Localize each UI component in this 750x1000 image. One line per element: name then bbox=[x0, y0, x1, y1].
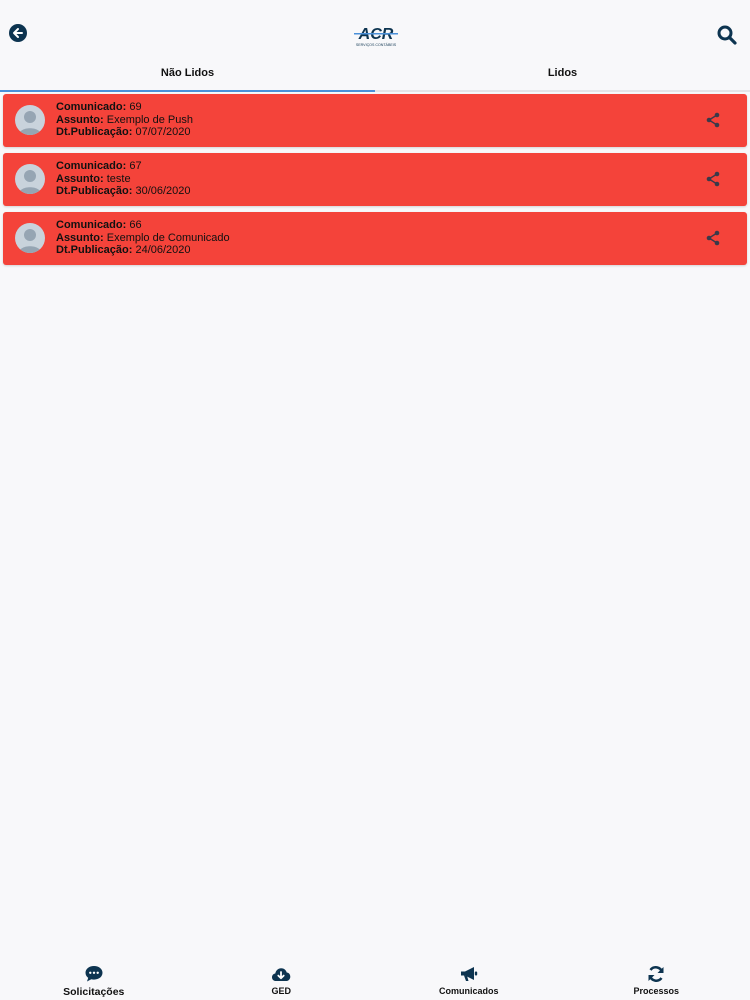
publicacao-value: 30/06/2020 bbox=[135, 185, 191, 197]
assunto-value: Exemplo de Comunicado bbox=[106, 231, 230, 244]
message-card[interactable]: Comunicado: 67 Assunto: teste Dt.Publica… bbox=[3, 153, 747, 206]
search-button[interactable] bbox=[716, 24, 738, 46]
comunicado-value: 66 bbox=[129, 219, 142, 231]
app-header: ACR SERVIÇOS CONTÁBEIS bbox=[0, 0, 750, 62]
nav-comunicados[interactable]: Comunicados bbox=[375, 958, 563, 1000]
tab-lidos[interactable]: Lidos bbox=[375, 62, 750, 90]
nav-label: Processos bbox=[633, 986, 680, 996]
svg-text:SERVIÇOS CONTÁBEIS: SERVIÇOS CONTÁBEIS bbox=[356, 43, 397, 47]
nav-ged[interactable]: GED bbox=[188, 958, 376, 1000]
message-card[interactable]: Comunicado: 69 Assunto: Exemplo de Push … bbox=[3, 94, 747, 147]
nav-label: GED bbox=[271, 986, 291, 996]
megaphone-icon bbox=[460, 967, 477, 981]
back-button[interactable] bbox=[9, 24, 27, 42]
search-icon bbox=[717, 25, 737, 45]
nav-solicitacoes[interactable]: Solicitações bbox=[0, 958, 188, 1000]
bottom-navigation: Solicitações GED Comunicados Processos bbox=[0, 958, 750, 1000]
tab-nao-lidos[interactable]: Não Lidos bbox=[0, 62, 375, 92]
assunto-value: teste bbox=[106, 172, 131, 185]
cloud-download-icon bbox=[272, 968, 291, 981]
avatar bbox=[15, 223, 45, 253]
comunicado-value: 69 bbox=[129, 101, 142, 113]
assunto-value: Exemplo de Push bbox=[106, 113, 193, 126]
share-icon[interactable] bbox=[705, 230, 721, 246]
avatar bbox=[15, 105, 45, 135]
nav-label: Comunicados bbox=[438, 986, 499, 996]
publicacao-value: 07/07/2020 bbox=[135, 126, 191, 138]
nav-label: Solicitações bbox=[63, 986, 125, 998]
user-icon bbox=[19, 229, 41, 253]
publicacao-value: 24/06/2020 bbox=[135, 244, 191, 256]
message-details: Comunicado: 69 Assunto: Exemplo de Push … bbox=[56, 101, 193, 138]
user-icon bbox=[19, 170, 41, 194]
tab-bar: Não Lidos Lidos bbox=[0, 62, 750, 92]
avatar bbox=[15, 164, 45, 194]
comunicado-value: 67 bbox=[129, 160, 142, 172]
chat-bubble-icon bbox=[85, 966, 103, 982]
message-details: Comunicado: 66 Assunto: Exemplo de Comun… bbox=[56, 219, 230, 256]
nav-processos[interactable]: Processos bbox=[563, 958, 750, 1000]
message-card[interactable]: Comunicado: 66 Assunto: Exemplo de Comun… bbox=[3, 212, 747, 265]
acr-logo: ACR SERVIÇOS CONTÁBEIS bbox=[354, 26, 398, 47]
user-icon bbox=[19, 111, 41, 135]
share-icon[interactable] bbox=[705, 171, 721, 187]
arrow-left-icon bbox=[13, 28, 23, 38]
message-details: Comunicado: 67 Assunto: teste Dt.Publica… bbox=[56, 160, 191, 197]
share-icon[interactable] bbox=[705, 112, 721, 128]
refresh-icon bbox=[648, 966, 664, 982]
message-list: Comunicado: 69 Assunto: Exemplo de Push … bbox=[3, 94, 747, 271]
